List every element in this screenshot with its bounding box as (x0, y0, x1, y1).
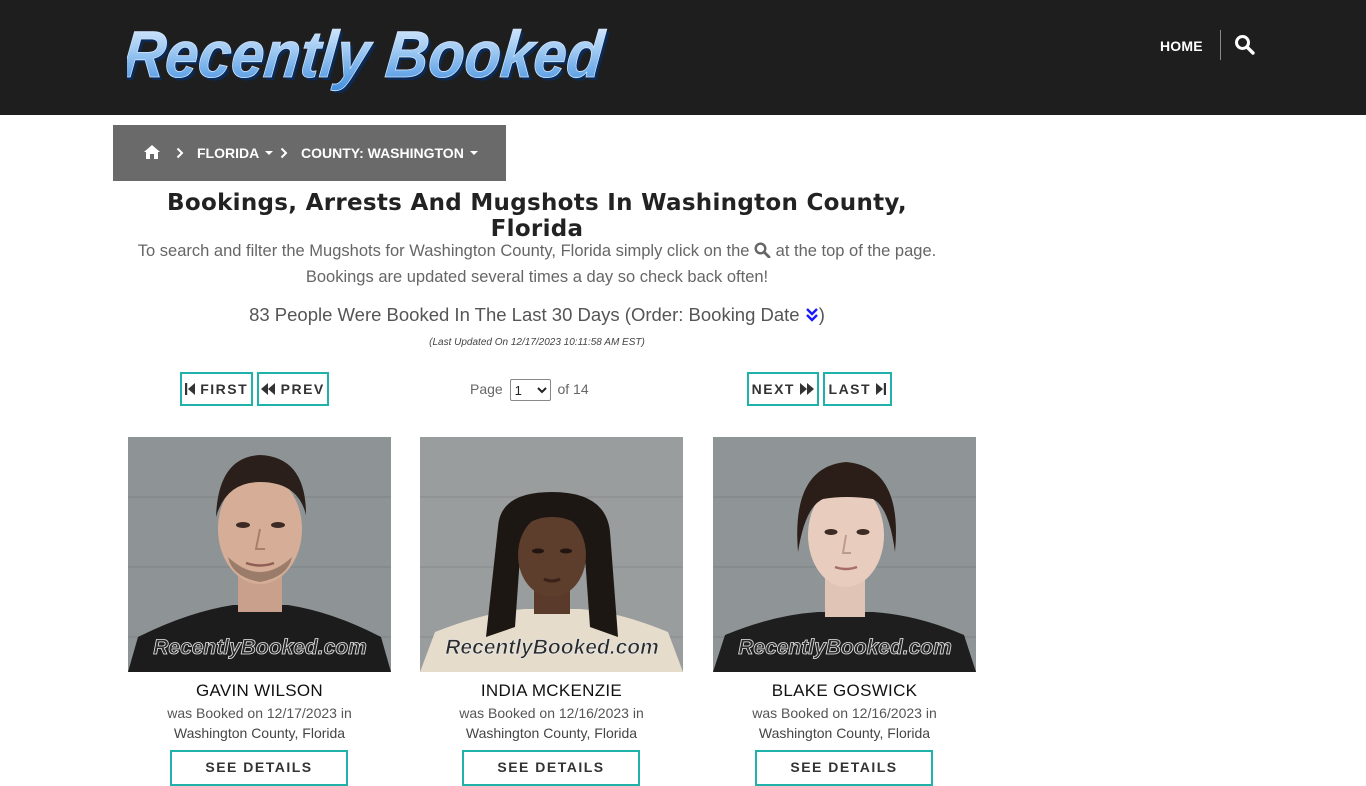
booking-name[interactable]: BLAKE GOSWICK (713, 681, 976, 701)
mugshot-image[interactable]: RecentlyBooked.com (713, 437, 976, 672)
booking-name[interactable]: INDIA MCKENZIE (420, 681, 683, 701)
booking-county-text: Washington County, Florida (758, 725, 931, 741)
search-icon[interactable] (1234, 34, 1256, 56)
nav-divider (1220, 30, 1221, 60)
breadcrumb: FLORIDA COUNTY: WASHINGTON (113, 125, 506, 181)
watermark-text: RecentlyBooked.com (445, 636, 659, 659)
chevron-right-icon (176, 146, 184, 159)
booking-date-text: was Booked on 12/17/2023 in (167, 705, 352, 721)
booking-county-text: Washington County, Florida (173, 725, 346, 741)
intro-text: To search and filter the Mugshots for Wa… (110, 238, 964, 290)
booking-name[interactable]: GAVIN WILSON (128, 681, 391, 701)
booking-county-text: Washington County, Florida (465, 725, 638, 741)
last-updated: (Last Updated On 12/17/2023 10:11:58 AM … (429, 337, 645, 348)
see-details-button[interactable]: SEE DETAILS (170, 750, 348, 786)
page-total: of 14 (557, 381, 589, 397)
site-logo[interactable]: Recently Booked Recently Booked (127, 18, 617, 93)
next-page-label: NEXT (751, 381, 795, 397)
page-select[interactable]: 1 (509, 379, 551, 402)
first-page-label: FIRST (200, 381, 249, 397)
first-page-button[interactable]: FIRST (180, 372, 253, 406)
caret-down-icon (265, 151, 274, 156)
booking-count-close: ) (818, 304, 825, 325)
breadcrumb-county-dropdown[interactable]: COUNTY: WASHINGTON (301, 143, 478, 163)
booking-date-text: was Booked on 12/16/2023 in (752, 705, 937, 721)
see-details-button[interactable]: SEE DETAILS (755, 750, 933, 786)
intro-text-line2: Bookings are updated several times a day… (305, 268, 769, 286)
intro-text-after: at the top of the page. (775, 242, 937, 260)
booking-card: RecentlyBooked.com BLAKE GOSWICK was Boo… (713, 437, 976, 786)
last-page-label: LAST (828, 381, 872, 397)
home-icon[interactable] (143, 143, 161, 161)
see-details-button[interactable]: SEE DETAILS (462, 750, 640, 786)
forward-icon (800, 383, 815, 395)
next-page-button[interactable]: NEXT (747, 372, 819, 406)
prev-page-label: PREV (280, 381, 325, 397)
booking-card: RecentlyBooked.com GAVIN WILSON was Book… (128, 437, 391, 786)
booking-count-text: 83 People Were Booked In The Last 30 Day… (249, 304, 800, 325)
breadcrumb-state-dropdown[interactable]: FLORIDA (197, 143, 274, 163)
booking-date-text: was Booked on 12/16/2023 in (459, 705, 644, 721)
watermark-text: RecentlyBooked.com (738, 636, 952, 659)
booking-count: 83 People Were Booked In The Last 30 Day… (110, 304, 964, 326)
mugshot-image[interactable]: RecentlyBooked.com (128, 437, 391, 672)
intro-text-before: To search and filter the Mugshots for Wa… (137, 242, 750, 260)
booking-card: RecentlyBooked.com INDIA MCKENZIE was Bo… (420, 437, 683, 786)
logo-text: Recently Booked (127, 18, 608, 92)
breadcrumb-state-label: FLORIDA (197, 145, 260, 161)
sort-descending-icon[interactable] (805, 306, 819, 322)
watermark-text: RecentlyBooked.com (153, 636, 367, 659)
chevron-right-icon (280, 146, 288, 159)
search-icon (754, 240, 771, 259)
nav-home-link[interactable]: HOME (1160, 34, 1203, 58)
page-title: Bookings, Arrests And Mugshots In Washin… (167, 190, 907, 242)
site-header: Recently Booked Recently Booked HOME (0, 0, 1366, 115)
caret-down-icon (469, 151, 478, 156)
last-page-button[interactable]: LAST (823, 372, 892, 406)
last-page-icon (876, 383, 887, 395)
page-label: Page (470, 381, 503, 397)
page-indicator: Page 1 of 14 (470, 377, 589, 402)
backward-icon (261, 383, 276, 395)
breadcrumb-county-label: COUNTY: WASHINGTON (301, 145, 464, 161)
mugshot-image[interactable]: RecentlyBooked.com (420, 437, 683, 672)
prev-page-button[interactable]: PREV (257, 372, 329, 406)
first-page-icon (184, 383, 195, 395)
